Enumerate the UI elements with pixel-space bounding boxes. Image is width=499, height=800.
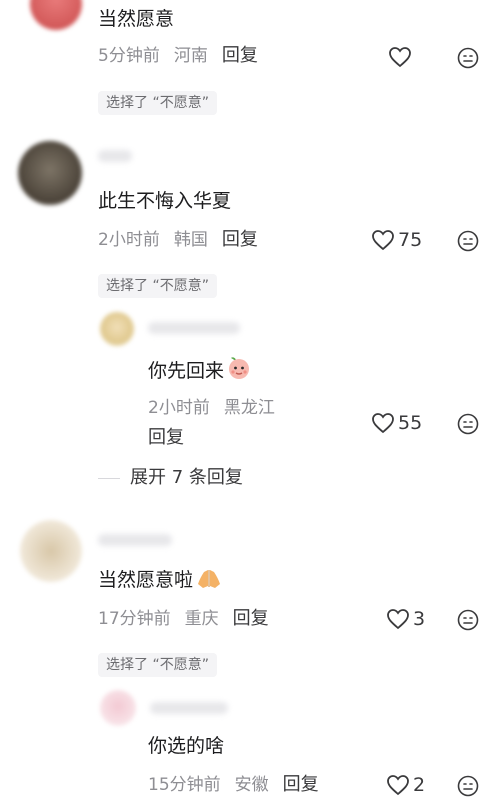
comment-meta: 2小时前 韩国 回复	[98, 228, 272, 252]
like-button[interactable]: 2	[386, 774, 425, 796]
praying-hands-emoji	[198, 570, 221, 588]
comment-meta: 5分钟前 河南 回复	[98, 44, 272, 68]
like-button[interactable]: 3	[386, 608, 425, 630]
reply-meta: 2小时前 黑龙江	[148, 396, 289, 420]
comment-text: 当然愿意	[98, 8, 175, 30]
reply-time: 15分钟前	[148, 775, 221, 795]
reply-button[interactable]: 回复	[233, 608, 269, 629]
reply-text: 你先回来	[148, 355, 252, 384]
smile-face-icon[interactable]	[457, 775, 479, 797]
vote-tag: 选择了 “不愿意”	[98, 274, 217, 298]
reply-time: 2小时前	[148, 398, 210, 418]
smile-face-icon[interactable]	[457, 230, 479, 252]
like-button[interactable]: 55	[371, 412, 422, 434]
smile-face-icon[interactable]	[457, 609, 479, 631]
avatar[interactable]	[100, 312, 134, 346]
comment-text: 当然愿意啦	[98, 566, 223, 593]
heart-outline-icon	[387, 609, 409, 630]
comment-location: 河南	[173, 46, 208, 66]
vote-tag: 选择了 “不愿意”	[98, 653, 217, 677]
like-count: 2	[413, 774, 426, 796]
like-count: 55	[398, 412, 423, 434]
reply-text: 你选的啥	[148, 735, 225, 757]
heart-outline-icon	[372, 230, 394, 251]
expand-divider	[98, 478, 120, 479]
like-count: 3	[413, 608, 426, 630]
heart-outline-icon	[372, 413, 394, 434]
smile-face-icon[interactable]	[457, 47, 479, 69]
comment-time: 2小时前	[98, 230, 160, 250]
reply-button[interactable]: 回复	[222, 45, 258, 66]
vote-tag: 选择了 “不愿意”	[98, 91, 217, 115]
reply-location: 黑龙江	[223, 398, 275, 418]
username-blurred	[148, 322, 240, 334]
reply-button[interactable]: 回复	[222, 229, 258, 250]
heart-outline-icon[interactable]	[388, 46, 412, 68]
smile-face-icon[interactable]	[457, 413, 479, 435]
reply-location: 安徽	[234, 775, 269, 795]
reply-button[interactable]: 回复	[283, 774, 319, 795]
expand-replies-button[interactable]: 展开 7 条回复	[130, 466, 243, 490]
reply-button[interactable]: 回复	[148, 426, 184, 450]
avatar[interactable]	[100, 690, 136, 726]
reply-meta: 15分钟前 安徽 回复	[148, 773, 333, 797]
peach-emoji	[229, 357, 250, 379]
avatar[interactable]	[30, 0, 82, 30]
avatar[interactable]	[20, 520, 82, 582]
like-button[interactable]: 75	[371, 229, 422, 251]
comment-text: 此生不悔入华夏	[98, 190, 232, 212]
like-count: 75	[398, 229, 423, 251]
comment-location: 韩国	[173, 230, 208, 250]
comment-time: 17分钟前	[98, 609, 171, 629]
comment-meta: 17分钟前 重庆 回复	[98, 607, 283, 631]
username-blurred	[150, 702, 228, 714]
username-blurred	[98, 150, 132, 162]
username-blurred	[98, 534, 172, 546]
comment-location: 重庆	[184, 609, 219, 629]
avatar[interactable]	[18, 141, 82, 205]
heart-outline-icon	[387, 775, 409, 796]
comment-time: 5分钟前	[98, 46, 160, 66]
